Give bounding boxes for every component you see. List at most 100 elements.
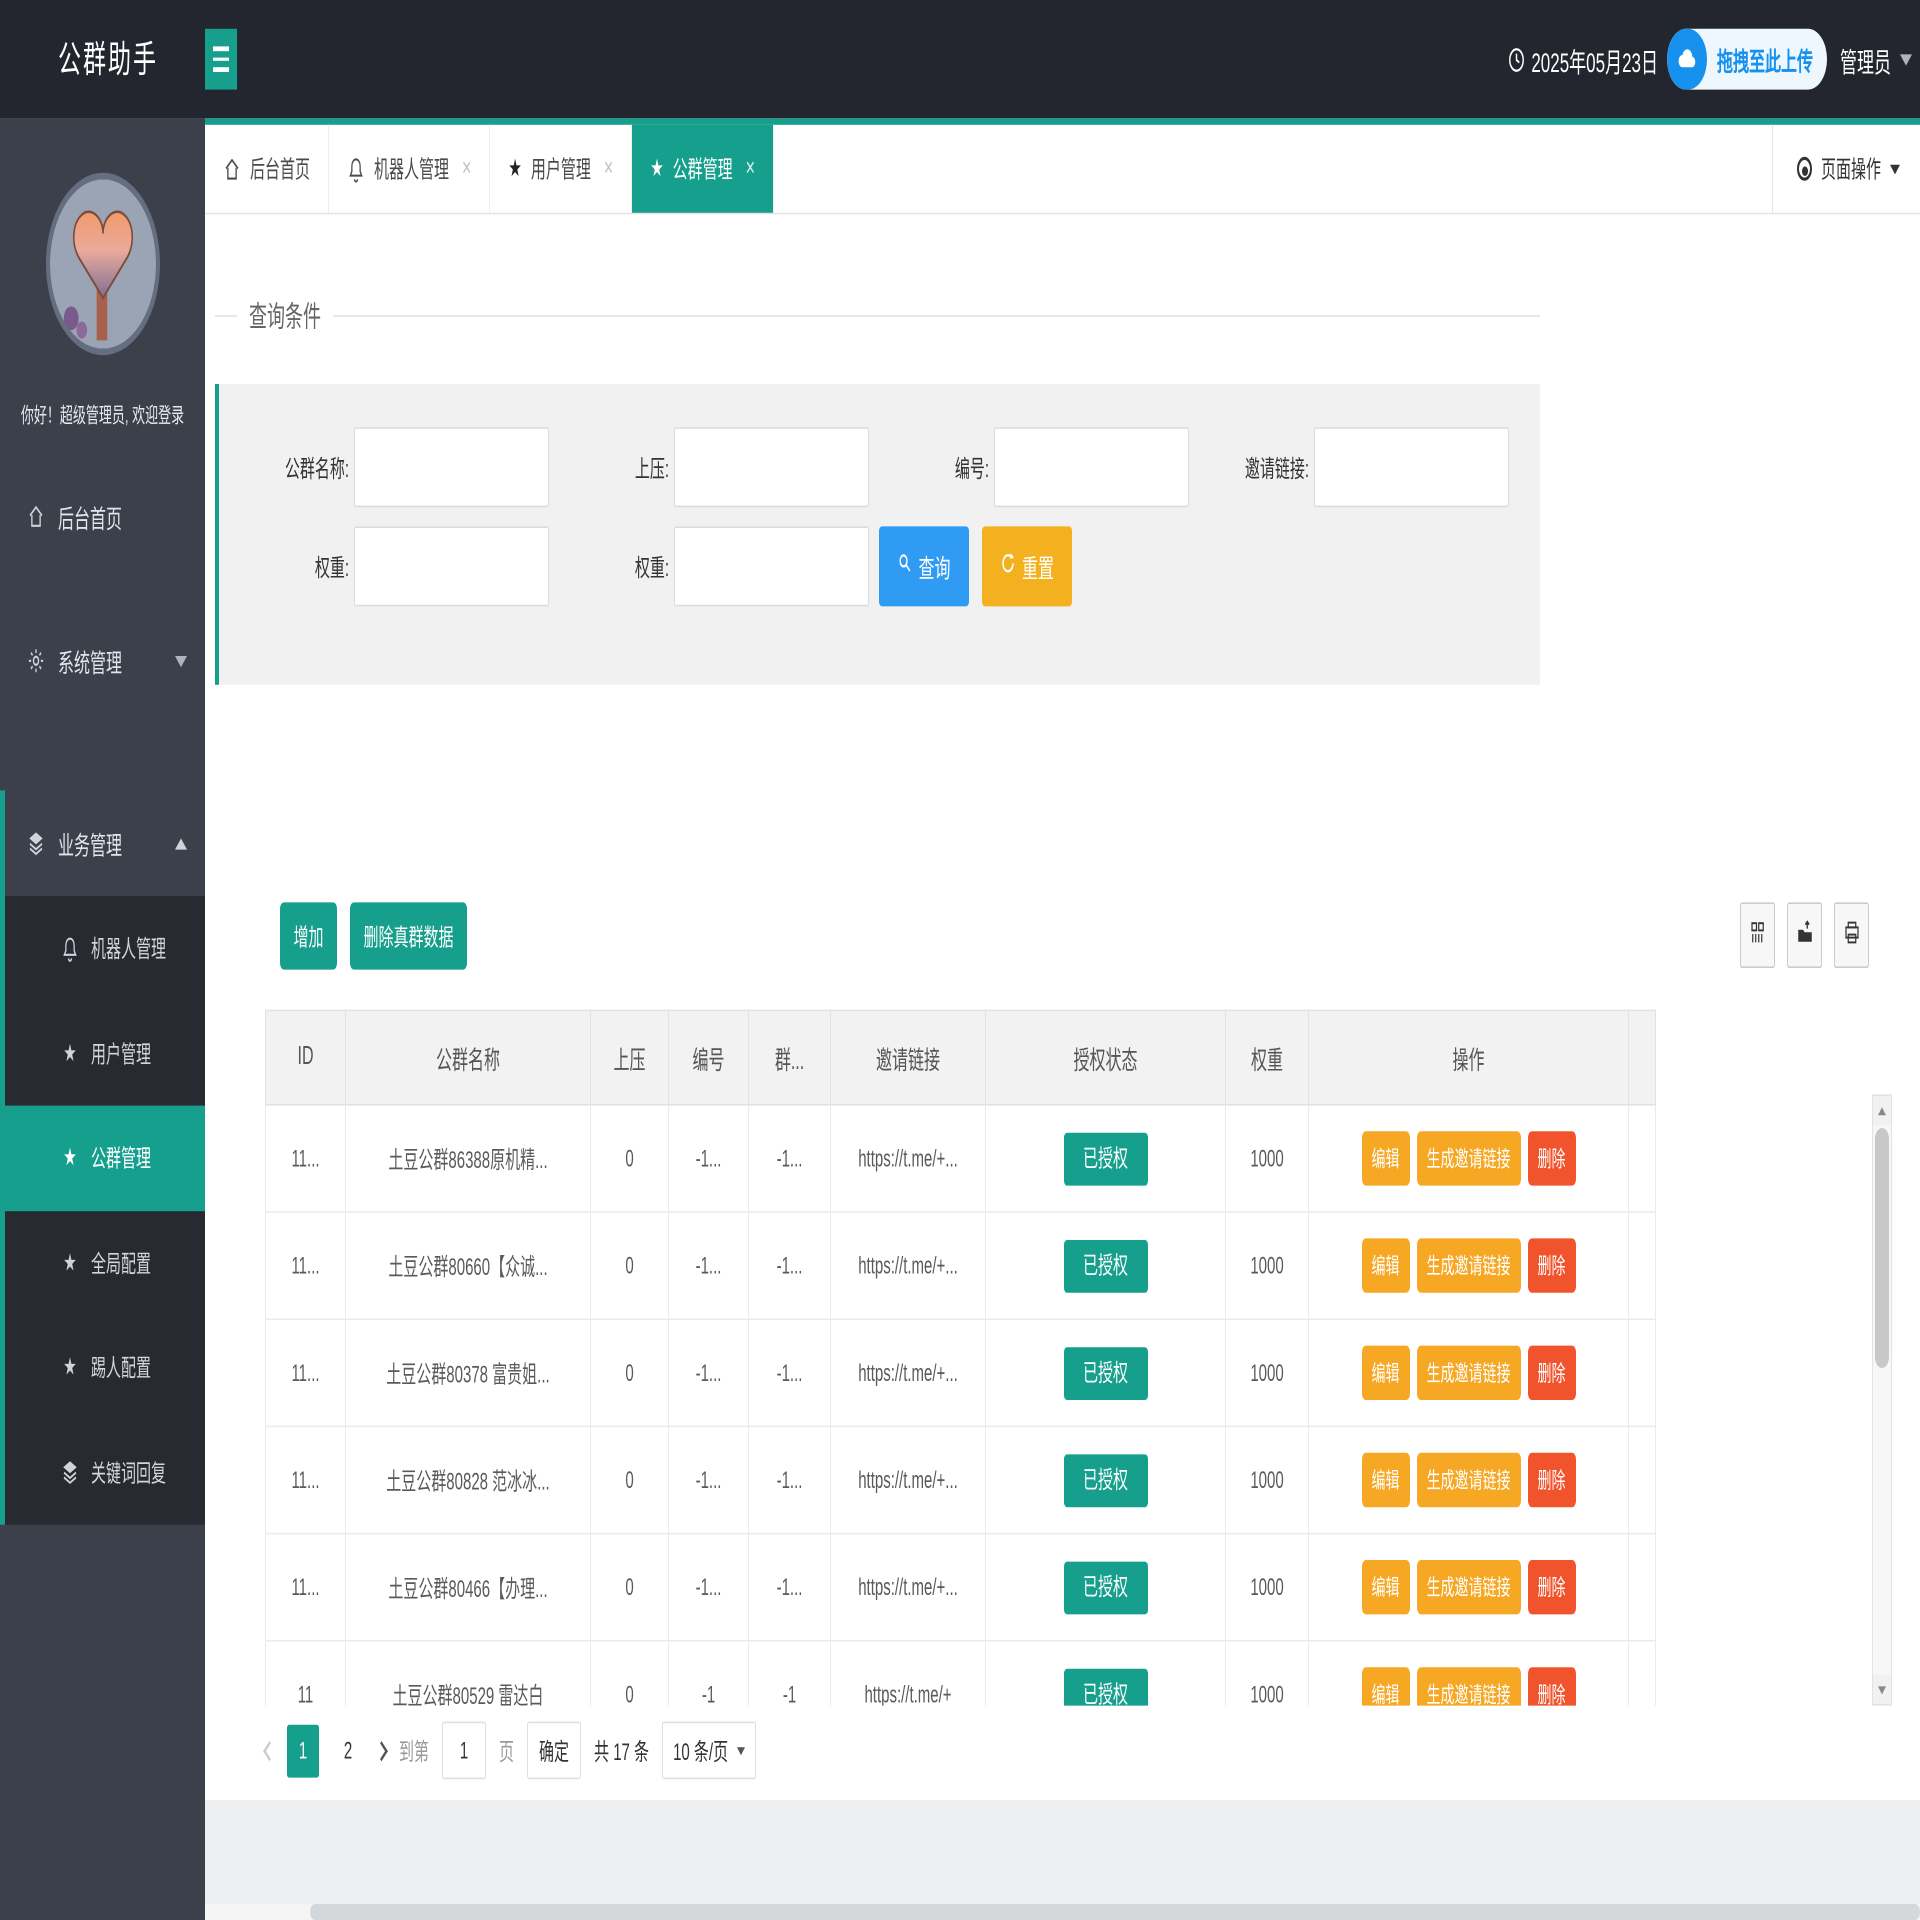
delete-real-group-data-button[interactable]: 删除真群数据 — [350, 902, 467, 969]
pagination: 12 到第 页 确定 共 17 条 10 条/页 — [265, 1706, 756, 1796]
tab-close-icon[interactable] — [746, 154, 755, 183]
cell-actions: 编辑生成邀请链接删除 — [1309, 1105, 1629, 1212]
sidebar-subitem-2[interactable]: 公群管理 — [5, 1106, 205, 1211]
table-header-row: ID公群名称上压编号群...邀请链接授权状态权重操作 — [266, 1010, 1656, 1104]
cell-shangya: 0 — [591, 1319, 669, 1426]
delete-button[interactable]: 删除 — [1528, 1453, 1576, 1507]
tab-2[interactable]: 用户管理 — [490, 125, 632, 213]
sidebar-subitem-0[interactable]: 机器人管理 — [5, 896, 205, 1001]
edit-button[interactable]: 编辑 — [1362, 1131, 1410, 1185]
status-badge: 已授权 — [1064, 1668, 1148, 1706]
generate-invite-button[interactable]: 生成邀请链接 — [1417, 1667, 1521, 1705]
cell-empty — [1629, 1105, 1656, 1212]
star-icon — [61, 1251, 79, 1275]
query-input-1[interactable] — [674, 427, 869, 507]
confirm-button[interactable]: 确定 — [527, 1722, 581, 1780]
sidebar-item-1[interactable]: 系统管理 — [0, 608, 205, 714]
column-header: 编号 — [669, 1010, 749, 1104]
star-icon — [61, 1356, 79, 1380]
table-row: 11...土豆公群80466【办理...0-1...-1...https://t… — [266, 1534, 1656, 1641]
edit-button[interactable]: 编辑 — [1362, 1238, 1410, 1292]
delete-button[interactable]: 删除 — [1528, 1131, 1576, 1185]
generate-invite-button[interactable]: 生成邀请链接 — [1417, 1346, 1521, 1400]
query-input-0[interactable] — [354, 427, 549, 507]
delete-button[interactable]: 删除 — [1528, 1346, 1576, 1400]
sidebar-subitem-4[interactable]: 踢人配置 — [5, 1315, 205, 1420]
column-header — [1629, 1010, 1656, 1104]
sidebar-submenu: 机器人管理用户管理公群管理全局配置踢人配置关键词回复 — [5, 896, 205, 1525]
sidebar-subitem-5[interactable]: 关键词回复 — [5, 1420, 205, 1525]
upload-dropzone[interactable]: 拖拽至此上传 — [1667, 29, 1827, 90]
cell-status: 已授权 — [986, 1534, 1226, 1641]
cell-id: 11... — [266, 1426, 346, 1533]
edit-button[interactable]: 编辑 — [1362, 1453, 1410, 1507]
tab-1[interactable]: 机器人管理 — [329, 125, 490, 213]
tab-close-icon[interactable] — [604, 154, 613, 183]
page-actions-dropdown[interactable]: 页面操作 — [1772, 125, 1900, 213]
cell-actions: 编辑生成邀请链接删除 — [1309, 1319, 1629, 1426]
sidebar-item-2[interactable]: 业务管理 — [5, 790, 205, 896]
edit-button[interactable]: 编辑 — [1362, 1667, 1410, 1705]
edit-button[interactable]: 编辑 — [1362, 1560, 1410, 1614]
scroll-up-arrow-icon[interactable] — [1873, 1096, 1891, 1125]
cell-shangya: 0 — [591, 1426, 669, 1533]
sidebar-group: 业务管理机器人管理用户管理公群管理全局配置踢人配置关键词回复 — [0, 790, 205, 1524]
previous-page-icon[interactable] — [263, 1740, 276, 1760]
hamburger-menu-button[interactable] — [205, 29, 237, 90]
column-header: 群... — [749, 1010, 831, 1104]
edit-button[interactable]: 编辑 — [1362, 1346, 1410, 1400]
table-row: 11土豆公群80529 雷达白0-1-1https://t.me/+已授权100… — [266, 1641, 1656, 1706]
horizontal-scrollbar[interactable] — [205, 1904, 1920, 1920]
generate-invite-button[interactable]: 生成邀请链接 — [1417, 1131, 1521, 1185]
query-input-4[interactable] — [354, 526, 549, 606]
query-input-2[interactable] — [994, 427, 1189, 507]
scrollbar-thumb[interactable] — [310, 1904, 1920, 1920]
sidebar-item-0[interactable]: 后台首页 — [0, 464, 205, 570]
cell-id: 11... — [266, 1105, 346, 1212]
table-vertical-scrollbar[interactable] — [1872, 1094, 1892, 1705]
status-badge: 已授权 — [1064, 1132, 1148, 1185]
search-button[interactable]: 查询 — [879, 526, 969, 606]
per-page-select[interactable]: 10 条/页 — [662, 1722, 756, 1780]
scrollbar-thumb[interactable] — [1875, 1128, 1889, 1368]
print-button[interactable] — [1834, 902, 1869, 968]
tab-3[interactable]: 公群管理 — [632, 125, 774, 213]
delete-button[interactable]: 删除 — [1528, 1560, 1576, 1614]
tab-0[interactable]: 后台首页 — [205, 125, 329, 213]
cell-bianhao: -1... — [669, 1426, 749, 1533]
column-header: ID — [266, 1010, 346, 1104]
export-icon — [1796, 918, 1814, 952]
generate-invite-button[interactable]: 生成邀请链接 — [1417, 1238, 1521, 1292]
generate-invite-button[interactable]: 生成邀请链接 — [1417, 1453, 1521, 1507]
cell-id: 11 — [266, 1641, 346, 1706]
cell-status: 已授权 — [986, 1105, 1226, 1212]
add-button[interactable]: 增加 — [280, 902, 337, 969]
sidebar-subitem-3[interactable]: 全局配置 — [5, 1210, 205, 1315]
page-actions-label: 页面操作 — [1821, 152, 1881, 186]
delete-button[interactable]: 删除 — [1528, 1238, 1576, 1292]
status-badge: 已授权 — [1064, 1239, 1148, 1292]
scroll-down-arrow-icon[interactable] — [1873, 1675, 1891, 1704]
generate-invite-button[interactable]: 生成邀请链接 — [1417, 1560, 1521, 1614]
chevron-down-icon[interactable] — [1900, 54, 1912, 65]
user-menu-label[interactable]: 管理员 — [1840, 39, 1891, 79]
cell-weight: 1000 — [1226, 1426, 1309, 1533]
cell-status: 已授权 — [986, 1212, 1226, 1319]
sidebar-subitem-1[interactable]: 用户管理 — [5, 1001, 205, 1106]
sidebar-menu: 后台首页系统管理业务管理机器人管理用户管理公群管理全局配置踢人配置关键词回复 — [0, 464, 205, 1525]
goto-page-input[interactable] — [442, 1722, 486, 1780]
query-input-5[interactable] — [674, 526, 869, 606]
delete-button[interactable]: 删除 — [1528, 1667, 1576, 1705]
query-field-2: 编号: — [869, 427, 1189, 507]
table-row: 11...土豆公群80378 富贵姐...0-1...-1...https://… — [266, 1319, 1656, 1426]
reset-button[interactable]: 重置 — [982, 526, 1072, 606]
page-number-1[interactable]: 1 — [287, 1724, 319, 1777]
reset-button-label: 重置 — [1022, 547, 1054, 585]
export-button[interactable] — [1787, 902, 1822, 968]
page-number-2[interactable]: 2 — [332, 1724, 364, 1777]
columns-button[interactable] — [1740, 902, 1775, 968]
next-page-icon[interactable] — [375, 1740, 388, 1760]
per-page-value: 10 条/页 — [673, 1734, 728, 1768]
query-input-3[interactable] — [1314, 427, 1509, 507]
tab-close-icon[interactable] — [462, 154, 471, 183]
